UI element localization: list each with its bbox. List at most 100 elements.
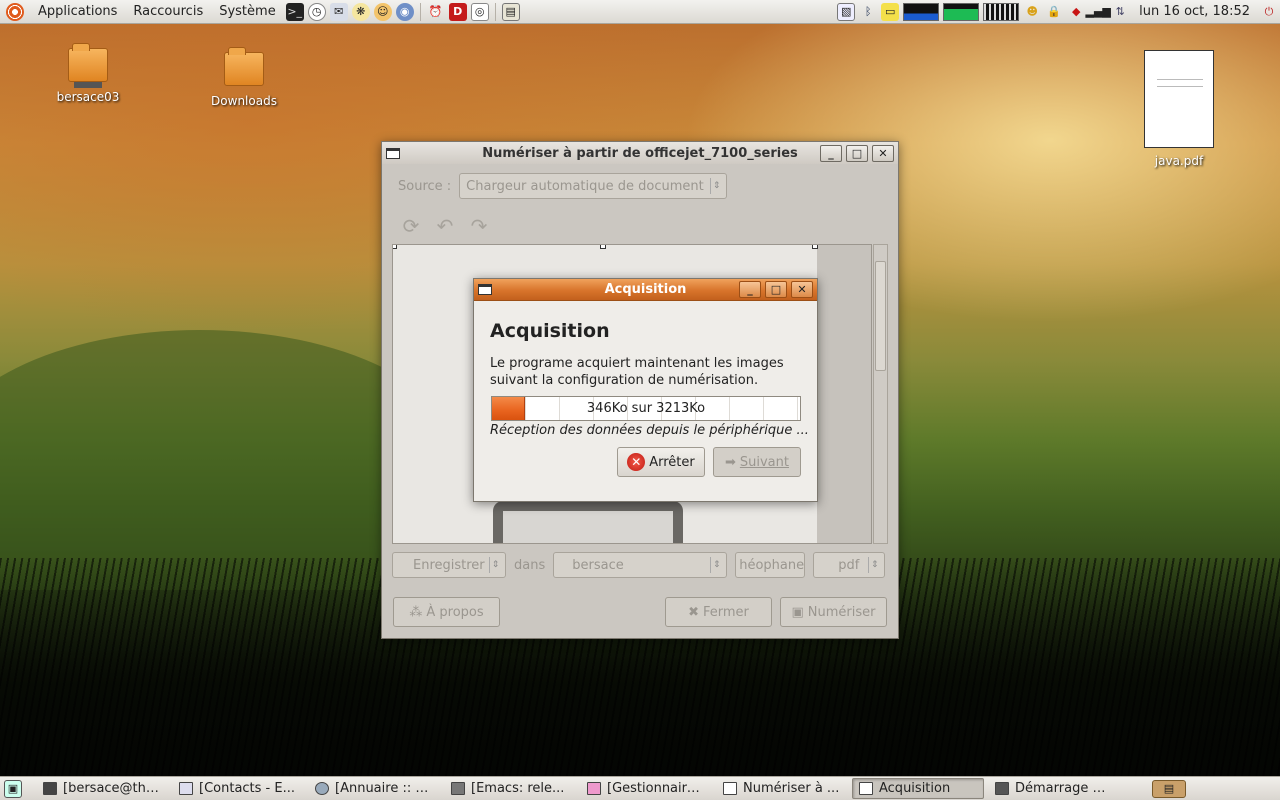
scan-button-label: Numériser [807, 604, 876, 620]
home-folder-icon [68, 43, 108, 82]
media-launcher-icon[interactable]: ◎ [470, 2, 489, 21]
desktop-icon-downloads[interactable]: Downloads [189, 47, 299, 108]
alarm-launcher-icon[interactable]: ⏰ [427, 3, 445, 21]
task-button[interactable]: [Annuaire :: G... [308, 778, 440, 799]
source-row: Source : Chargeur automatique de documen… [398, 173, 728, 199]
format-value: pdf [838, 557, 860, 573]
browser-launcher-icon[interactable]: ◉ [395, 2, 414, 21]
stop-icon: ✕ [627, 453, 646, 471]
close-window-button[interactable]: ✕ [791, 281, 813, 298]
about-button[interactable]: ⁂ À propos [393, 597, 500, 627]
stop-button-label: Arrêter [649, 454, 695, 470]
workspace-switcher-icon[interactable]: ▤ [1152, 779, 1186, 798]
minimize-button[interactable]: _ [739, 281, 761, 298]
logout-icon[interactable]: ⏻ [1260, 3, 1278, 21]
progress-bar: 346Ko sur 3213Ko [491, 396, 801, 421]
task-button[interactable]: Démarrage d... [988, 778, 1120, 799]
window-menu-icon[interactable] [386, 147, 400, 159]
desktop-icon-java-pdf[interactable]: java.pdf [1124, 50, 1234, 168]
pdf-thumbnail-icon [1144, 50, 1214, 148]
scan-button[interactable]: ▣ Numériser [780, 597, 887, 627]
toolbar: ⟳ ↶ ↷ [398, 213, 500, 239]
menu-systeme[interactable]: Système [211, 4, 283, 19]
filename-field[interactable]: héophane [735, 552, 806, 578]
save-mode-combo[interactable]: Enregistrer ⇕ [392, 552, 506, 578]
save-mode-value: Enregistrer [413, 557, 485, 573]
refresh-icon[interactable]: ⟳ [398, 213, 424, 239]
task-button[interactable]: [bersace@thi... [36, 778, 168, 799]
maximize-button[interactable]: □ [765, 281, 787, 298]
terminal-launcher-icon[interactable]: >_ [285, 2, 304, 21]
dialog-titlebar[interactable]: Acquisition _ □ ✕ [474, 279, 817, 301]
notes-tray-icon[interactable]: ▭ [881, 2, 900, 21]
menu-raccourcis[interactable]: Raccourcis [125, 4, 211, 19]
chat-launcher-icon[interactable]: ☺ [373, 2, 392, 21]
screenshot-tray-icon[interactable]: ▧ [837, 2, 856, 21]
task-button[interactable]: [Emacs: rele... [444, 778, 576, 799]
preview-scrollbar[interactable] [873, 244, 888, 544]
source-label: Source : [398, 178, 452, 194]
panel-separator [419, 2, 421, 21]
info-icon: ⁂ [409, 604, 423, 620]
bottom-buttons-left: ⁂ À propos [393, 597, 500, 627]
format-combo[interactable]: pdf ⇕ [813, 552, 886, 578]
menu-applications[interactable]: Applications [30, 4, 125, 19]
desktop-icon-label: java.pdf [1154, 154, 1204, 168]
folder-combo[interactable]: bersace ⇕ [553, 552, 728, 578]
ruby-icon[interactable]: ◆ [1067, 3, 1085, 21]
combo-arrow-icon: ⇕ [489, 557, 501, 573]
lock-icon[interactable]: 🔒 [1045, 3, 1063, 21]
notes-launcher-icon[interactable]: ▤ [501, 2, 520, 21]
minimize-button[interactable]: _ [820, 144, 842, 162]
close-button[interactable]: ✖ Fermer [665, 597, 772, 627]
task-button[interactable]: Numériser à ... [716, 778, 848, 799]
user-icon[interactable]: ☻ [1023, 3, 1041, 21]
rotate-left-icon[interactable]: ↶ [432, 213, 458, 239]
clock[interactable]: lun 16 oct, 18:52 [1131, 4, 1258, 19]
scanner-icon: ▣ [791, 604, 804, 620]
ubuntu-logo-icon[interactable] [6, 2, 24, 21]
close-window-button[interactable]: ✕ [872, 144, 894, 162]
scrollbar-thumb[interactable] [875, 261, 886, 371]
show-desktop-icon[interactable]: ▣ [4, 779, 22, 798]
mail-launcher-icon[interactable]: ✉ [329, 2, 348, 21]
crop-handle[interactable] [600, 245, 606, 249]
system-tray: ▧ ᛒ ▭ ☻ 🔒 ◆ ▂▄▆ ⇅ lun 16 oct, 18:52 ⏻ [835, 0, 1280, 24]
task-button-active[interactable]: Acquisition [852, 778, 984, 799]
filename-value: héophane [739, 557, 805, 573]
desktop-icon-bersace03[interactable]: bersace03 [33, 43, 143, 104]
network-monitor[interactable] [983, 2, 1020, 21]
camera-icon [995, 782, 1009, 795]
source-value: Chargeur automatique de document [466, 178, 704, 194]
scan-window-titlebar[interactable]: Numériser à partir de officejet_7100_ser… [382, 142, 898, 164]
network-launcher-icon[interactable]: ❋ [351, 2, 370, 21]
bluetooth-icon[interactable]: ᛒ [859, 3, 877, 21]
task-button[interactable]: [Gestionnaire... [580, 778, 712, 799]
output-row: Enregistrer ⇕ dans bersace ⇕ héophane pd… [392, 552, 886, 578]
combo-arrow-icon: ⇕ [710, 178, 722, 194]
network-status-icon[interactable]: ⇅ [1111, 3, 1129, 21]
scanner-illustration-icon [493, 501, 683, 543]
crop-handle[interactable] [393, 245, 397, 249]
next-button[interactable]: ➡ Suivant [713, 447, 801, 477]
stop-button[interactable]: ✕ Arrêter [617, 447, 705, 477]
window-icon [859, 782, 873, 795]
status-text: Réception des données depuis le périphér… [490, 423, 809, 438]
crop-handle[interactable] [812, 245, 818, 249]
window-icon [723, 782, 737, 795]
window-menu-icon[interactable] [478, 284, 492, 295]
about-button-label: À propos [426, 604, 484, 620]
task-button[interactable]: [Contacts - E... [172, 778, 304, 799]
source-combo[interactable]: Chargeur automatique de document ⇕ [459, 173, 728, 199]
clock-launcher-icon[interactable]: ◷ [307, 2, 326, 21]
dans-label: dans [514, 557, 546, 573]
maximize-button[interactable]: □ [846, 144, 868, 162]
progress-text: 346Ko sur 3213Ko [586, 401, 706, 416]
desktop-icon-label: bersace03 [56, 90, 120, 104]
cpu-monitor[interactable] [903, 2, 940, 21]
rotate-right-icon[interactable]: ↷ [466, 213, 492, 239]
signal-strength-icon[interactable]: ▂▄▆ [1085, 3, 1110, 21]
memory-monitor[interactable] [943, 2, 980, 21]
document-launcher-icon[interactable]: D [448, 2, 467, 21]
dialog-description: Le programe acquiert maintenant les imag… [490, 356, 784, 388]
